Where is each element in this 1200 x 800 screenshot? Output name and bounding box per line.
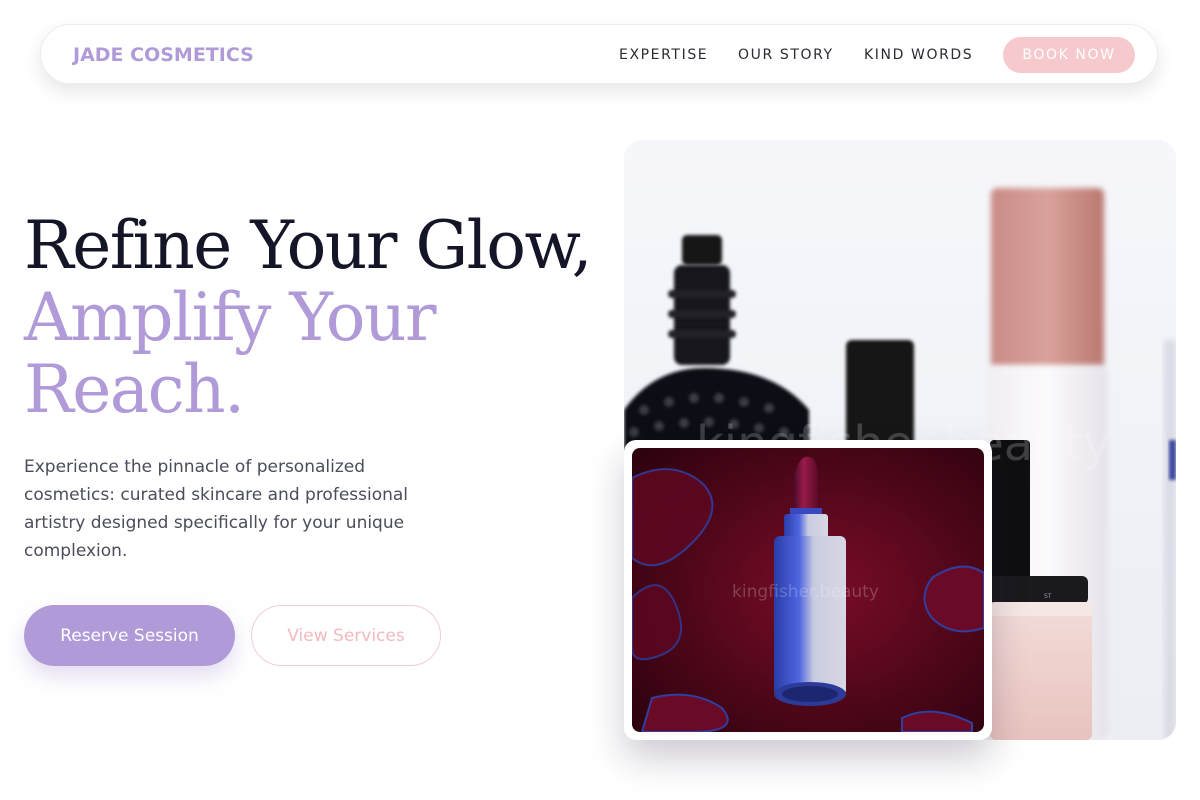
hero-description: Experience the pinnacle of personalized … xyxy=(24,457,409,561)
book-now-button[interactable]: BOOK NOW xyxy=(1003,37,1135,73)
view-services-button[interactable]: View Services xyxy=(251,605,441,666)
top-nav: JADE COSMETICS EXPERTISE OUR STORY KIND … xyxy=(40,24,1158,84)
reserve-session-button[interactable]: Reserve Session xyxy=(24,605,235,666)
brand-logo[interactable]: JADE COSMETICS xyxy=(73,44,254,66)
nav-link-our-story[interactable]: OUR STORY xyxy=(738,47,834,63)
nav-link-expertise[interactable]: EXPERTISE xyxy=(619,47,708,63)
hero-headline: Refine Your Glow, Amplify Your Reach. xyxy=(24,207,593,428)
headline-line-2: Amplify Your xyxy=(24,279,437,356)
lipstick-inset-photo: kingfisher.beauty xyxy=(624,440,992,740)
inset-photo-watermark: kingfisher.beauty xyxy=(732,582,879,602)
headline-line-3: Reach. xyxy=(24,351,245,428)
svg-text:ST: ST xyxy=(1044,593,1052,600)
headline-line-1: Refine Your Glow, xyxy=(24,207,593,284)
nav-link-kind-words[interactable]: KIND WORDS xyxy=(864,47,973,63)
lipstick-photo-frame: kingfisher.beauty xyxy=(632,448,984,732)
